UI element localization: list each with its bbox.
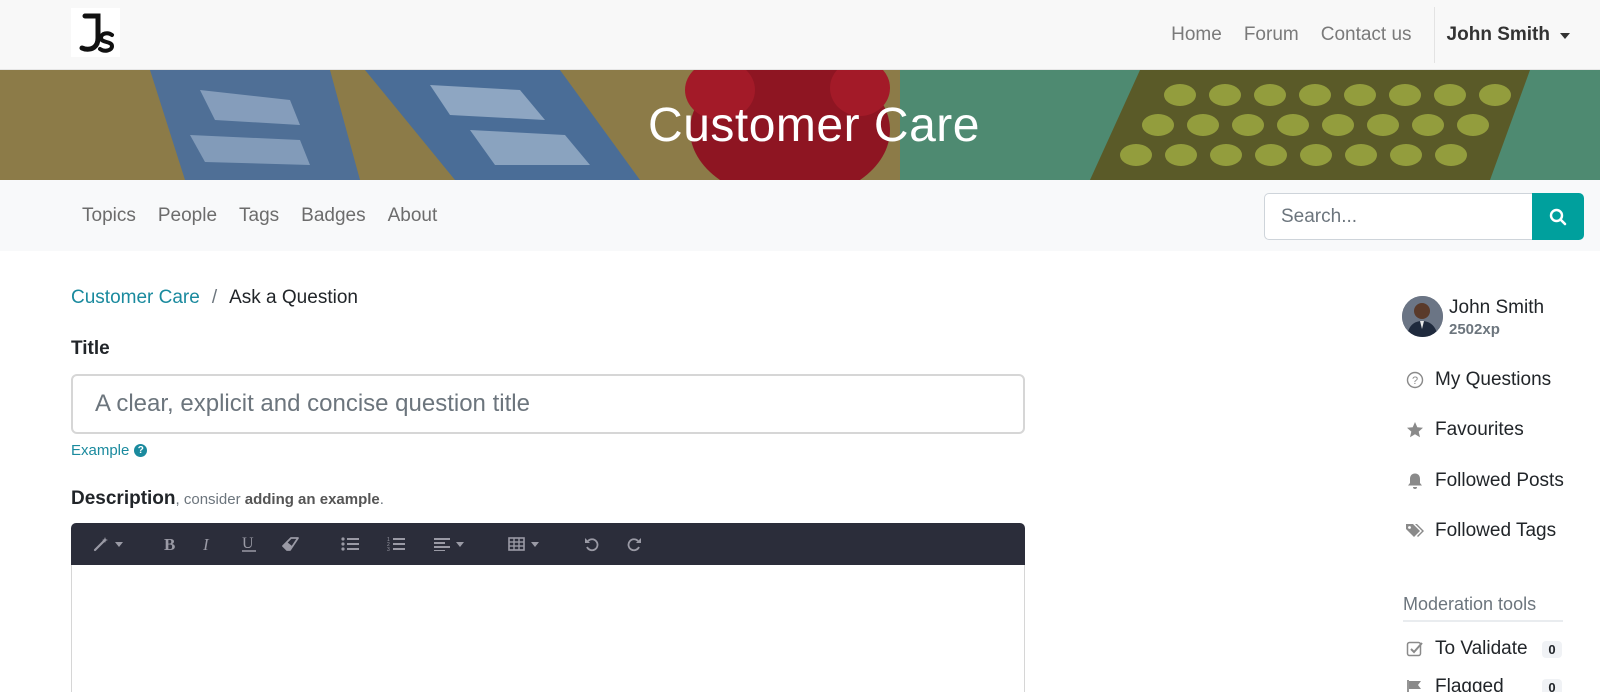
table-icon [508,537,525,551]
top-navbar: Home Forum Contact us John Smith [0,0,1600,70]
redo-icon [627,538,641,552]
moderation-tools-title: Moderation tools [1403,594,1563,622]
align-left-icon [434,538,450,551]
forum-banner: Customer Care [0,70,1600,180]
nav-forum[interactable]: Forum [1244,24,1299,46]
search-button[interactable] [1532,193,1584,240]
avatar[interactable] [1402,296,1443,337]
italic-button[interactable]: I [202,523,214,565]
nav-divider [1433,7,1435,63]
underline-button[interactable]: U [241,523,257,565]
svg-text:I: I [202,536,210,552]
search-form [1264,193,1584,240]
description-hint-suffix: . [379,491,384,508]
flag-icon [1407,680,1421,692]
svg-text:?: ? [1412,375,1418,387]
sidebar-user-name[interactable]: John Smith [1449,297,1544,319]
eraser-button[interactable] [282,523,302,565]
chevron-down-icon [115,541,123,547]
breadcrumb-current: Ask a Question [229,287,358,308]
sidebar-user-xp: 2502xp [1449,321,1500,338]
question-title-input[interactable] [71,374,1025,434]
magic-wand-dropdown[interactable] [93,523,123,565]
underline-icon: U [242,535,256,552]
user-menu-name: John Smith [1446,24,1550,45]
chevron-down-icon [1560,33,1570,39]
sidebar-item-label: Favourites [1435,419,1524,440]
example-link-label: Example [71,442,130,459]
unordered-list-icon [341,537,359,551]
to-validate-count-badge: 0 [1542,640,1562,658]
sidebar-item-favourites[interactable]: Favourites [1404,419,1524,441]
chevron-down-icon [531,541,539,547]
subnav-about[interactable]: About [388,205,438,227]
forum-menu: Topics People Tags Badges About [82,180,459,251]
sidebar-item-label: Followed Tags [1435,520,1557,541]
forum-subnav: Topics People Tags Badges About [0,180,1600,251]
editor-toolbar: B I U 1 2 3 [71,523,1025,565]
sidebar-item-label: My Questions [1435,369,1552,390]
breadcrumb-forum-link[interactable]: Customer Care [71,287,200,309]
eraser-icon [282,537,299,551]
banner-title: Customer Care [648,98,980,152]
subnav-topics[interactable]: Topics [82,205,136,227]
title-label: Title [71,338,110,359]
breadcrumb: Customer Care / Ask a Question [71,287,358,309]
undo-icon [585,538,599,552]
description-label-text: Description [71,488,176,509]
italic-icon: I [202,536,210,552]
question-circle-icon: ? [134,444,148,457]
subnav-people[interactable]: People [158,205,217,227]
check-square-icon [1406,641,1423,657]
svg-text:U: U [242,535,254,552]
ordered-list-icon: 1 2 3 [387,537,405,552]
svg-text:B: B [164,536,175,552]
user-menu[interactable]: John Smith [1447,24,1570,46]
description-hint-prefix: , consider [175,491,245,508]
table-dropdown[interactable] [508,523,539,565]
redo-button[interactable] [626,523,642,565]
bell-icon [1408,473,1422,489]
nav-contact-us[interactable]: Contact us [1321,24,1412,46]
bold-icon: B [164,536,175,552]
sidebar-item-to-validate[interactable]: To Validate 0 [1404,638,1562,660]
description-hint: , consider adding an example. [176,491,384,508]
sidebar-item-my-questions[interactable]: ? My Questions [1404,369,1551,391]
sidebar-item-followed-posts[interactable]: Followed Posts [1404,470,1564,492]
chevron-down-icon [456,541,464,547]
sidebar-item-label: Flagged [1435,676,1504,692]
bold-button[interactable]: B [163,523,177,565]
sidebar-item-flagged[interactable]: Flagged 0 [1404,676,1562,692]
question-circle-icon: ? [1406,371,1424,389]
subnav-badges[interactable]: Badges [301,205,365,227]
svg-text:3: 3 [387,547,390,552]
nav-home[interactable]: Home [1171,24,1222,46]
star-icon [1407,422,1423,438]
ordered-list-button[interactable]: 1 2 3 [387,523,405,565]
description-hint-bold: adding an example [244,491,380,508]
main-menu: Home Forum Contact us John Smith [1171,0,1600,70]
align-dropdown[interactable] [434,523,464,565]
description-label: Description, consider adding an example. [71,488,384,510]
flagged-count-badge: 0 [1542,678,1562,692]
tags-icon [1406,524,1424,537]
undo-button[interactable] [584,523,600,565]
unordered-list-button[interactable] [341,523,359,565]
site-logo[interactable] [71,8,120,57]
sidebar-item-label: Followed Posts [1435,470,1564,491]
search-icon [1549,208,1567,225]
subnav-tags[interactable]: Tags [239,205,279,227]
search-input[interactable] [1264,193,1532,240]
breadcrumb-separator: / [211,287,218,308]
description-editor[interactable] [71,565,1025,692]
sidebar-item-label: To Validate [1435,638,1528,659]
example-link[interactable]: Example ? [71,442,148,459]
sidebar-item-followed-tags[interactable]: Followed Tags [1404,520,1556,542]
magic-wand-icon [93,537,108,552]
